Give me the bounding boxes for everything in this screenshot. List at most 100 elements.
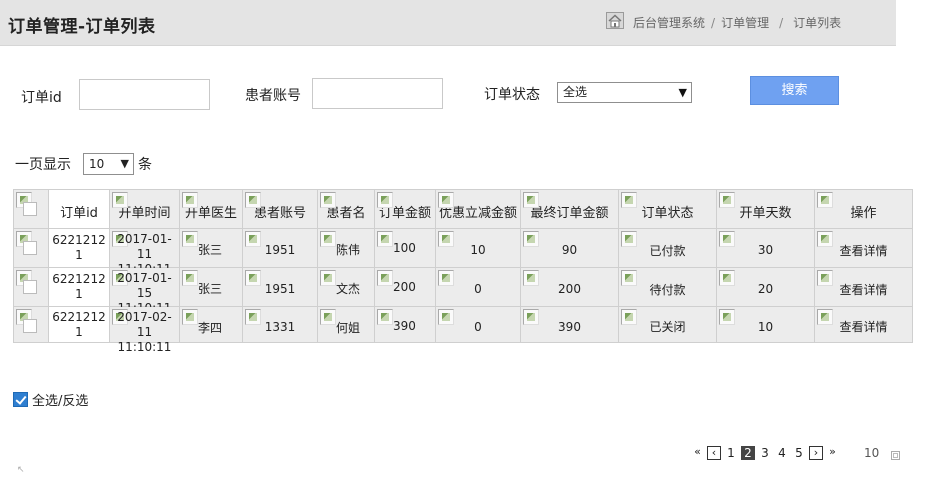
broken-image-icon [182, 270, 198, 286]
view-details-link[interactable]: 查看详情 [814, 228, 913, 268]
order-id-cell: 6221212 1 [48, 306, 110, 343]
broken-image-icon [245, 192, 261, 208]
order-table: 订单id 开单时间 开单医生 患者账号 患者名 订单金额 优惠立减金额 最终订单… [13, 189, 913, 354]
column-header: 患者名 [317, 189, 375, 229]
final-amount-cell: 200 [520, 267, 619, 307]
broken-image-icon [377, 270, 393, 286]
broken-image-icon [523, 231, 539, 247]
breadcrumb-order-list: 订单列表 [793, 16, 842, 30]
broken-image-icon [719, 270, 735, 286]
doctor-cell: 张三 [179, 228, 243, 268]
broken-image-icon [377, 231, 393, 247]
broken-image-icon [621, 270, 637, 286]
order-id-input[interactable] [79, 79, 210, 110]
column-header: 开单时间 [109, 189, 180, 229]
prev-page-icon[interactable]: ‹ [707, 445, 721, 460]
checkbox[interactable] [23, 319, 37, 333]
resize-corner-icon: ↖ [17, 465, 25, 475]
broken-image-icon [523, 192, 539, 208]
page-header: 订单管理-订单列表 后台管理系统 / 订单管理 / 订单列表 [0, 0, 896, 46]
page-size-select[interactable]: 10 ▼ [83, 153, 134, 175]
days-cell: 30 [716, 228, 815, 268]
breadcrumb-home[interactable]: 后台管理系统 [633, 14, 705, 31]
patient-account-label: 患者账号 [245, 88, 301, 104]
checkbox[interactable] [23, 280, 37, 294]
page-size-unit: 条 [138, 157, 152, 173]
broken-image-icon [112, 192, 128, 208]
row-checkbox-cell[interactable] [13, 306, 49, 343]
select-all-label: 全选/反选 [32, 394, 89, 409]
order-time-cell: 2017-02- 11 11:10:11 [109, 306, 180, 354]
search-button[interactable]: 搜索 [750, 76, 839, 105]
last-page-icon[interactable]: » [826, 446, 839, 459]
broken-image-icon [438, 309, 454, 325]
amount-cell: 200 [374, 267, 436, 307]
page-number-current[interactable]: 2 [741, 445, 755, 460]
broken-image-icon [621, 231, 637, 247]
checkbox[interactable] [23, 202, 37, 216]
page-number[interactable]: 5 [792, 446, 806, 460]
days-cell: 20 [716, 267, 815, 307]
checkbox-checked-icon[interactable] [13, 392, 28, 407]
discount-cell: 10 [435, 228, 521, 268]
breadcrumb-order-management[interactable]: 订单管理 [721, 14, 769, 31]
broken-image-icon [320, 231, 336, 247]
checkbox[interactable] [23, 241, 37, 255]
amount-cell: 390 [374, 306, 436, 343]
discount-cell: 0 [435, 267, 521, 307]
broken-image-icon [182, 231, 198, 247]
doctor-cell: 张三 [179, 267, 243, 307]
broken-image-icon [719, 231, 735, 247]
order-time-cell: 2017-01-1511:10:11 [109, 267, 180, 315]
page-size-label: 一页显示 [15, 157, 71, 173]
broken-image-icon [438, 231, 454, 247]
patient-cell: 文杰 [317, 267, 375, 307]
row-checkbox-cell[interactable] [13, 228, 49, 268]
column-header: 开单天数 [716, 189, 815, 229]
broken-image-icon [438, 192, 454, 208]
row-checkbox-cell[interactable] [13, 267, 49, 307]
column-header: 订单金额 [374, 189, 436, 229]
column-header: 订单id [48, 189, 110, 229]
page-number[interactable]: 4 [775, 446, 789, 460]
order-status-label: 订单状态 [484, 87, 540, 103]
view-details-link[interactable]: 查看详情 [814, 267, 913, 307]
broken-image-icon [817, 309, 833, 325]
page-jump-icon[interactable] [891, 451, 901, 460]
broken-image-icon [817, 231, 833, 247]
page-number[interactable]: 3 [758, 446, 772, 460]
first-page-icon[interactable]: « [691, 446, 704, 459]
select-all-toggle[interactable]: 全选/反选 [13, 390, 88, 409]
home-icon[interactable] [606, 12, 624, 29]
column-header: 患者账号 [242, 189, 318, 229]
broken-image-icon [320, 192, 336, 208]
broken-image-icon [377, 192, 393, 208]
account-cell: 1951 [242, 267, 318, 307]
page-number[interactable]: 1 [724, 446, 738, 460]
view-details-link[interactable]: 查看详情 [814, 306, 913, 343]
final-amount-cell: 90 [520, 228, 619, 268]
next-page-icon[interactable]: › [809, 445, 823, 460]
table-row: 62212121 2017-01-1511:10:11 张三 1951 文杰 2… [13, 267, 913, 315]
discount-cell: 0 [435, 306, 521, 343]
page-title: 订单管理-订单列表 [8, 17, 156, 37]
column-header: 订单状态 [618, 189, 717, 229]
broken-image-icon [438, 270, 454, 286]
broken-image-icon [182, 309, 198, 325]
column-header: 开单医生 [179, 189, 243, 229]
broken-image-icon [719, 309, 735, 325]
account-cell: 1951 [242, 228, 318, 268]
broken-image-icon [377, 309, 393, 325]
patient-account-input[interactable] [312, 78, 443, 109]
order-status-select[interactable]: 全选 ▼ [557, 82, 692, 103]
order-id-cell: 6221212 1 [48, 228, 110, 268]
page-size-value[interactable]: 10 [864, 446, 879, 460]
status-cell: 已关闭 [618, 306, 717, 343]
header-checkbox[interactable] [13, 189, 49, 229]
account-cell: 1331 [242, 306, 318, 343]
dropdown-arrow-icon: ▼ [120, 157, 129, 170]
order-status-selected: 全选 [563, 85, 588, 99]
breadcrumb-separator: / [711, 15, 716, 30]
patient-cell: 何姐 [317, 306, 375, 343]
broken-image-icon [320, 309, 336, 325]
